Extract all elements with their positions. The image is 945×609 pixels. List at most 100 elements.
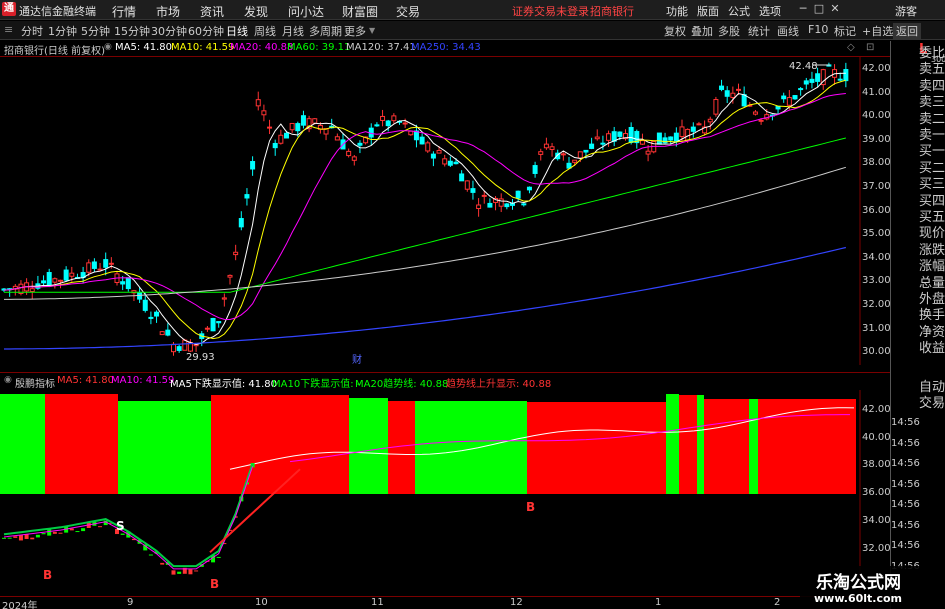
indicator-settings-icon[interactable]: ◉	[4, 375, 12, 385]
tab-5min[interactable]: 5分钟	[81, 23, 110, 39]
side-panel-item[interactable]: 卖三	[919, 94, 945, 112]
side-panel-item[interactable]: 换手	[919, 307, 945, 325]
side-panel-item[interactable]: 买五	[919, 209, 945, 227]
tab-15min[interactable]: 15分钟	[114, 23, 150, 39]
tab-30min[interactable]: 30分钟	[151, 23, 187, 39]
tool-mark[interactable]: 标记	[834, 23, 856, 39]
side-panel-item[interactable]: 买三	[919, 176, 945, 194]
tab-1min[interactable]: 1分钟	[48, 23, 77, 39]
tool-overlay[interactable]: 叠加	[691, 23, 713, 39]
date-label-feb: 2	[774, 597, 781, 608]
main-axis-tick: 37.00	[862, 181, 891, 192]
menu-news[interactable]: 资讯	[200, 3, 224, 20]
menu-wealth[interactable]: 财富圈	[342, 3, 378, 20]
menu-discover[interactable]: 发现	[244, 3, 268, 20]
candle-up	[679, 126, 685, 138]
side-panel-item[interactable]: 自动	[919, 379, 945, 397]
candle-up	[233, 251, 239, 256]
candle-down	[91, 261, 97, 269]
tab-multi-period[interactable]: 多周期	[309, 23, 342, 39]
menu-trade[interactable]: 交易	[396, 3, 420, 20]
side-panel-item[interactable]: 卖五	[919, 61, 945, 79]
tab-daily[interactable]: 日线	[226, 23, 248, 39]
side-panel-item[interactable]: 涨幅	[919, 258, 945, 276]
main-axis-tick: 36.00	[862, 204, 891, 216]
candle-down	[165, 329, 171, 336]
side-panel-item[interactable]: 外盘	[919, 291, 945, 309]
candle-down	[125, 277, 131, 290]
site-watermark: 乐淘公式网 www.60lt.com	[800, 566, 945, 609]
tool-add-favorite[interactable]: +自选	[862, 23, 893, 39]
candle-up	[108, 262, 114, 265]
tab-weekly[interactable]: 周线	[254, 23, 276, 39]
candle-down	[781, 95, 787, 100]
candle-down	[63, 269, 69, 281]
side-panel-item[interactable]: 涨跌	[919, 242, 945, 260]
diamond-icon[interactable]: ◇	[847, 42, 855, 53]
menu-layout[interactable]: 版面	[697, 3, 719, 19]
side-panel-item[interactable]: 委比	[919, 45, 945, 63]
main-chart-header: 招商银行(日线 前复权) ◉ MA5: 41.80 MA10: 41.59 MA…	[0, 41, 890, 57]
expand-icon[interactable]: ⊡	[866, 42, 874, 53]
main-axis-tick: 30.00	[862, 346, 891, 358]
sub-axis-tick: 32.00	[862, 542, 891, 554]
side-panel-item[interactable]: 卖一	[919, 127, 945, 145]
tab-monthly[interactable]: 月线	[282, 23, 304, 39]
buy-marker: B	[526, 500, 535, 514]
settings-icon[interactable]: ◉	[104, 42, 112, 52]
side-panel-item[interactable]: 买一	[919, 143, 945, 161]
side-panel-item[interactable]: 交易	[919, 395, 945, 413]
side-panel-item[interactable]: 买二	[919, 160, 945, 178]
tab-intraday[interactable]: 分时	[21, 23, 43, 39]
menu-market[interactable]: 市场	[156, 3, 180, 20]
menu-quotes[interactable]: 行情	[112, 3, 136, 20]
candle-up	[312, 118, 318, 124]
sub-candle-down	[75, 531, 80, 533]
side-panel-item[interactable]: 收益	[919, 340, 945, 358]
side-panel-item[interactable]: 卖二	[919, 111, 945, 129]
menu-options[interactable]: 选项	[759, 3, 781, 19]
user-label[interactable]: 游客	[895, 3, 917, 19]
notice-stock[interactable]: 招商银行	[590, 3, 634, 19]
side-panel-item[interactable]: 现价	[919, 225, 945, 243]
maximize-icon[interactable]: □	[812, 2, 826, 16]
menu-formula[interactable]: 公式	[728, 3, 750, 19]
side-panel-item[interactable]: 净资	[919, 324, 945, 342]
side-panel-item[interactable]: 总量	[919, 275, 945, 293]
tool-draw[interactable]: 画线	[777, 23, 799, 39]
candle-up	[736, 88, 741, 91]
stock-title[interactable]: 招商银行(日线 前复权)	[4, 42, 105, 57]
tool-stats[interactable]: 统计	[748, 23, 770, 39]
login-notice[interactable]: 证券交易未登录	[512, 3, 589, 19]
menu-ask[interactable]: 问小达	[288, 3, 324, 20]
candle-down	[46, 272, 52, 286]
tool-back[interactable]: 返回	[893, 23, 921, 39]
candlestick-chart[interactable]: 42.48 29.93 财	[0, 57, 861, 365]
candle-down	[815, 73, 821, 82]
indicator-name[interactable]: 殷鹏指标	[15, 375, 55, 390]
candle-up	[476, 204, 482, 210]
candle-down	[295, 123, 301, 132]
candle-up	[498, 198, 504, 207]
side-panel-item[interactable]: 买四	[919, 193, 945, 211]
tool-multi-stock[interactable]: 多股	[718, 23, 740, 39]
tab-60min[interactable]: 60分钟	[188, 23, 224, 39]
ma60-line	[4, 137, 846, 293]
candle-up	[696, 123, 702, 126]
sub-candle-up	[13, 536, 18, 538]
sub-candle-down	[2, 537, 6, 539]
toolbar-menu-icon[interactable]: ≡	[4, 23, 13, 36]
trend-band-red	[527, 402, 666, 494]
date-label-nov: 11	[371, 597, 384, 608]
tab-more[interactable]: 更多	[344, 23, 366, 39]
tool-adjust[interactable]: 复权	[664, 23, 686, 39]
chevron-down-icon[interactable]: ▼	[369, 26, 375, 35]
side-panel-item[interactable]: 卖四	[919, 78, 945, 96]
ind-ma10-label: MA10: 41.59	[111, 375, 175, 386]
minimize-icon[interactable]: ─	[796, 2, 810, 16]
candle-down	[617, 131, 623, 137]
indicator-chart[interactable]: B S B B	[0, 390, 861, 595]
menu-function[interactable]: 功能	[666, 3, 688, 19]
tool-f10[interactable]: F10	[808, 23, 828, 36]
close-icon[interactable]: ✕	[828, 2, 842, 16]
